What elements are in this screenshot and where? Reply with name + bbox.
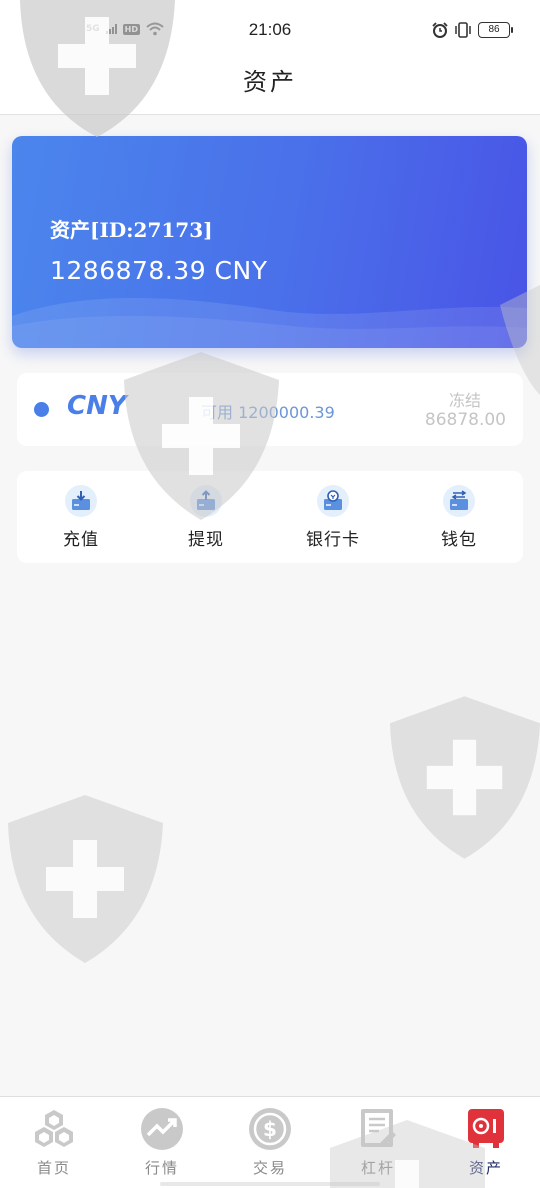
- quick-actions: 充值 提现 银行卡 钱包: [17, 471, 523, 563]
- withdraw-label: 提现: [188, 530, 224, 550]
- nav-label-assets: 资产: [468, 1159, 503, 1177]
- frozen-value: 86878.00: [424, 410, 506, 430]
- status-right: 86: [432, 22, 513, 38]
- alarm-icon: [432, 22, 448, 38]
- nav-item-market[interactable]: 行情: [108, 1107, 216, 1178]
- deposit-label: 充值: [63, 530, 99, 550]
- home-cube-icon: [32, 1107, 76, 1151]
- battery-indicator: 86: [478, 22, 513, 38]
- currency-name: CNY: [67, 391, 127, 421]
- nav-label-trade: 交易: [252, 1159, 287, 1177]
- wallet-label: 钱包: [441, 530, 477, 550]
- currency-dot-icon: [34, 402, 49, 417]
- wallet-button[interactable]: 钱包: [409, 485, 509, 550]
- withdraw-button[interactable]: 提现: [156, 485, 256, 550]
- card-wave-decoration: [12, 297, 527, 348]
- nav-label-leverage: 杠杆: [360, 1159, 395, 1177]
- asset-summary-card: 资产[ID:27173] 1286878.39 CNY: [12, 136, 527, 348]
- status-bar: 5G HD 21:06 86: [0, 0, 540, 60]
- nav-item-leverage[interactable]: 杠杆: [324, 1107, 432, 1178]
- withdraw-icon: [190, 485, 222, 517]
- nav-item-assets[interactable]: 资产: [432, 1107, 540, 1178]
- nav-item-home[interactable]: 首页: [0, 1107, 108, 1178]
- asset-total-value: 1286878.39 CNY: [50, 256, 268, 285]
- deposit-icon: [65, 485, 97, 517]
- page-title: 资产: [243, 68, 297, 96]
- bank-card-button[interactable]: 银行卡: [283, 485, 383, 550]
- bank-card-icon: [317, 485, 349, 517]
- deposit-button[interactable]: 充值: [31, 485, 131, 550]
- wallet-icon: [443, 485, 475, 517]
- available-balance: 可用 1200000.39: [201, 403, 335, 422]
- vibrate-icon: [455, 22, 471, 38]
- dollar-coin-icon: $: [248, 1107, 292, 1151]
- currency-row[interactable]: CNY 可用 1200000.39 冻结 86878.00: [17, 373, 523, 446]
- asset-id-label: 资产[ID:27173]: [50, 218, 213, 242]
- nav-label-home: 首页: [36, 1159, 71, 1177]
- shield-watermark-icon: [8, 795, 163, 963]
- svg-text:$: $: [263, 1117, 277, 1141]
- market-trend-icon: [140, 1107, 184, 1151]
- bottom-navigation: 首页 行情 $ 交易 杠杆 资产: [0, 1096, 540, 1188]
- bank-card-label: 银行卡: [306, 530, 360, 550]
- nav-label-market: 行情: [144, 1159, 179, 1177]
- home-indicator: [160, 1182, 380, 1186]
- safe-box-icon: [464, 1107, 508, 1151]
- shield-watermark-icon: [390, 696, 540, 859]
- nav-item-trade[interactable]: $ 交易: [216, 1107, 324, 1178]
- frozen-label: 冻结: [448, 391, 481, 410]
- page-header: 资产: [0, 60, 540, 115]
- document-icon: [356, 1107, 400, 1151]
